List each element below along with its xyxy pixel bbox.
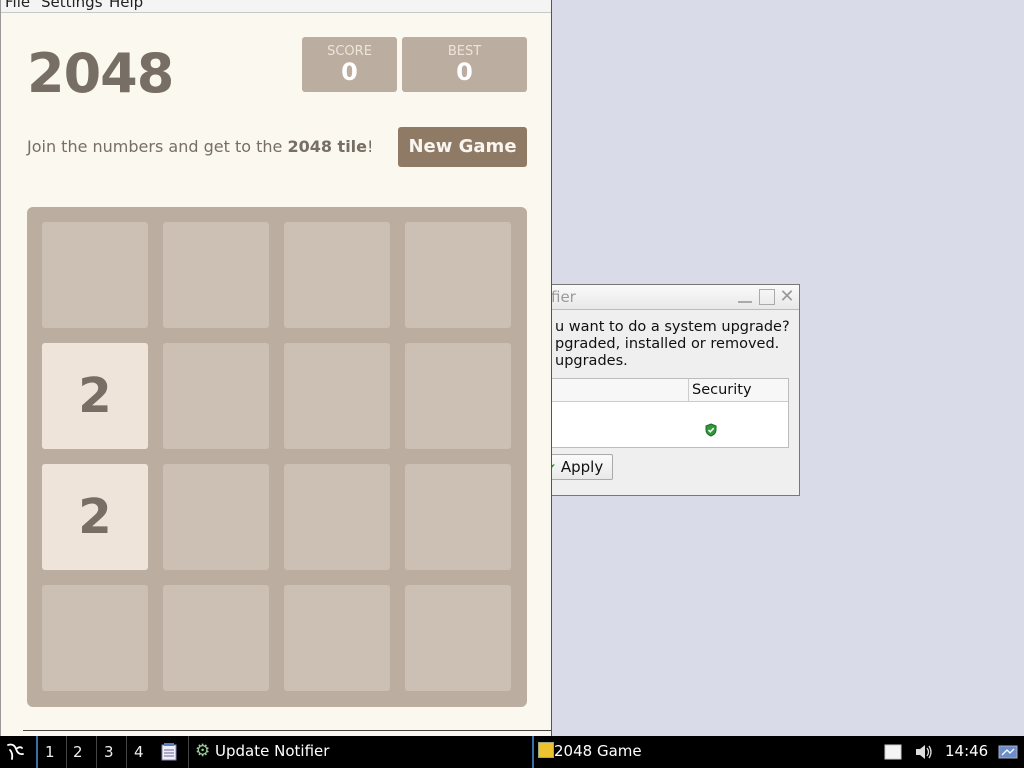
task-2048-game[interactable]: 2048 Game — [532, 736, 642, 768]
notifier-title: fier — [551, 288, 576, 306]
grid-cell — [163, 585, 269, 691]
volume-icon[interactable] — [914, 743, 934, 761]
tile: 2 — [42, 464, 148, 570]
update-notifier-dialog: fier ✕ u want to do a system upgrade? pg… — [540, 284, 800, 496]
intro-text: Join the numbers and get to the 2048 til… — [27, 137, 373, 156]
game-title: 2048 — [27, 42, 174, 105]
grid-cell — [284, 464, 390, 570]
game-grid[interactable]: 22 — [27, 207, 527, 707]
grid-cell — [405, 464, 511, 570]
security-column-header[interactable]: Security — [688, 379, 752, 401]
grid-cell — [284, 585, 390, 691]
task-label: Update Notifier — [215, 742, 330, 760]
minimize-icon[interactable] — [737, 289, 753, 305]
grid-cell — [405, 343, 511, 449]
notes-icon[interactable] — [161, 743, 177, 761]
task-update-notifier[interactable]: ⚙ Update Notifier — [188, 736, 329, 768]
clipboard-tray-icon[interactable] — [884, 743, 902, 761]
shield-check-icon — [705, 423, 717, 437]
grid-cell — [42, 585, 148, 691]
menu-help[interactable]: Help — [109, 0, 143, 11]
best-value: 0 — [456, 58, 473, 86]
grid-cell — [405, 585, 511, 691]
score-box: SCORE 0 — [302, 37, 397, 92]
table-header: Security — [552, 379, 788, 402]
score-value: 0 — [341, 58, 358, 86]
start-menu-icon[interactable] — [4, 741, 26, 763]
apply-label: Apply — [560, 458, 604, 476]
notifier-message: u want to do a system upgrade? pgraded, … — [555, 319, 790, 370]
workspace-2[interactable]: 2 — [66, 736, 83, 768]
gear-icon: ⚙ — [195, 741, 211, 761]
message-line: upgrades. — [555, 353, 628, 369]
menu-file[interactable]: File — [5, 0, 30, 11]
clock[interactable]: 14:46 — [945, 736, 988, 766]
menubar: File Settings Help — [1, 0, 551, 13]
grid-cell — [163, 343, 269, 449]
game-icon — [538, 742, 554, 758]
taskbar: 1 2 3 4 ⚙ Update Notifier 2048 Game 14:4… — [0, 736, 1024, 768]
intro-highlight: 2048 tile — [287, 137, 368, 156]
maximize-icon[interactable] — [759, 289, 775, 305]
workspace-4[interactable]: 4 — [126, 736, 144, 768]
network-icon[interactable] — [998, 744, 1018, 760]
menu-settings[interactable]: Settings — [41, 0, 103, 11]
grid-cell — [405, 222, 511, 328]
grid-cell — [284, 343, 390, 449]
tile: 2 — [42, 343, 148, 449]
grid-cell — [163, 222, 269, 328]
message-line: u want to do a system upgrade? — [555, 319, 790, 335]
grid-cell — [163, 464, 269, 570]
grid-cell — [42, 222, 148, 328]
best-label: BEST — [447, 44, 482, 59]
task-label: 2048 Game — [554, 742, 642, 760]
best-box: BEST 0 — [402, 37, 527, 92]
upgrades-table[interactable]: Security — [551, 378, 789, 448]
notifier-titlebar[interactable]: fier ✕ — [541, 285, 799, 310]
close-icon[interactable]: ✕ — [779, 288, 795, 306]
new-game-button[interactable]: New Game — [398, 127, 527, 167]
grid-cell — [284, 222, 390, 328]
message-line: pgraded, installed or removed. — [555, 336, 780, 352]
score-label: SCORE — [327, 44, 372, 59]
workspace-3[interactable]: 3 — [96, 736, 114, 768]
workspace-1[interactable]: 1 — [36, 736, 55, 768]
intro-prefix: Join the numbers and get to the — [27, 137, 288, 156]
intro-suffix: ! — [367, 137, 374, 156]
game-window: File Settings Help 2048 SCORE 0 BEST 0 J… — [0, 0, 552, 736]
